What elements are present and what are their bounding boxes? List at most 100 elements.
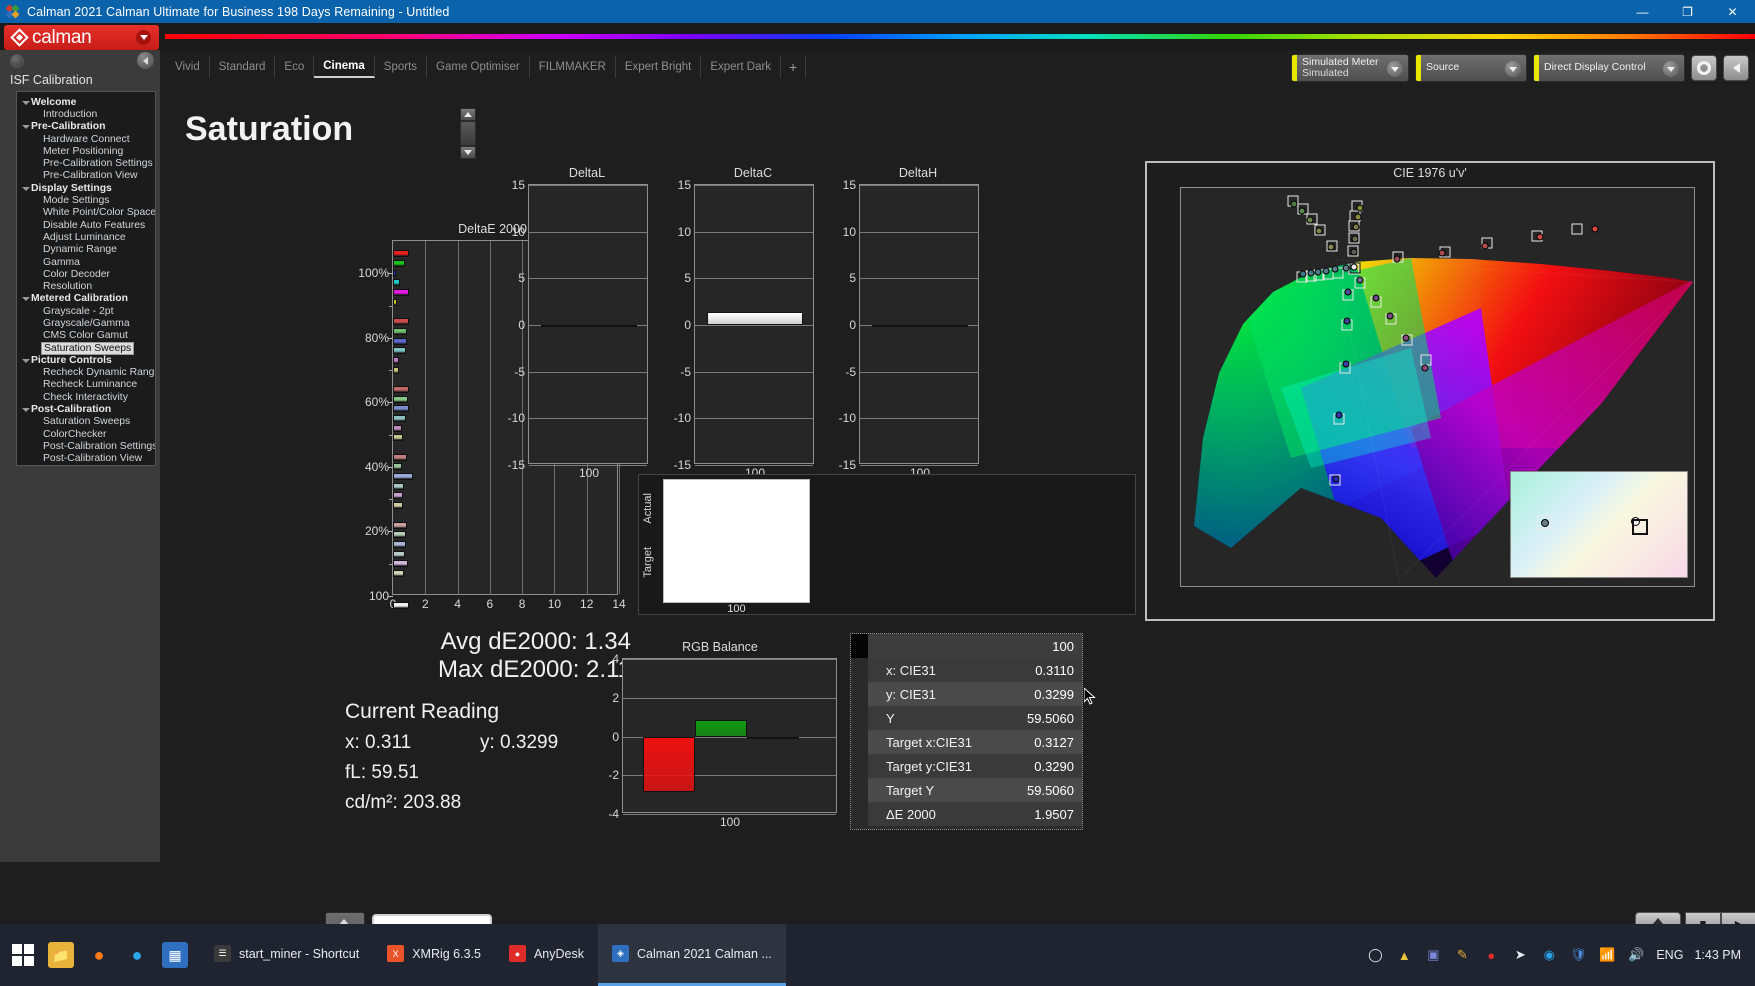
chat-icon[interactable]: ◉ — [1540, 946, 1558, 964]
mode-tab-bar[interactable]: VividStandardEcoCinemaSportsGame Optimis… — [166, 56, 806, 78]
tree-item-resolution[interactable]: Resolution — [17, 280, 155, 292]
search-circle-icon[interactable]: ◯ — [1366, 946, 1384, 964]
logo-menu-chevron-down-icon[interactable] — [136, 30, 151, 45]
chevron-down-icon[interactable] — [21, 184, 30, 193]
tree-item-post-calibration-view[interactable]: Post-Calibration View — [17, 453, 155, 465]
clock[interactable]: 1:43 PM — [1694, 948, 1741, 962]
spinner-down-icon[interactable] — [460, 146, 476, 159]
sidebar-collapse-left-arrow-icon[interactable] — [137, 52, 154, 69]
tab-standard[interactable]: Standard — [210, 56, 276, 78]
windows-start-icon[interactable] — [12, 944, 34, 966]
anydesk-icon[interactable]: ● — [1482, 946, 1500, 964]
tree-item-saturation-sweeps[interactable]: Saturation Sweeps — [17, 416, 155, 428]
tab-vivid[interactable]: Vivid — [166, 56, 210, 78]
tree-group-metered-calibration[interactable]: Metered Calibration — [17, 293, 155, 305]
tree-group-display-settings[interactable]: Display Settings — [17, 182, 155, 194]
cursor-icon[interactable]: ➤ — [1511, 946, 1529, 964]
close-button[interactable]: ✕ — [1710, 0, 1755, 23]
tree-item-recheck-dynamic-range[interactable]: Recheck Dynamic Range — [17, 367, 155, 379]
tree-item-adjust-luminance[interactable]: Adjust Luminance — [17, 231, 155, 243]
settings-button[interactable] — [1691, 55, 1717, 81]
cie-x-tick: 0.5 — [1613, 586, 1630, 587]
tree-item-pre-calibration-settings[interactable]: Pre-Calibration Settings — [17, 157, 155, 169]
firefox-icon[interactable]: ● — [86, 942, 112, 968]
tab-filmmaker[interactable]: FILMMAKER — [530, 56, 616, 78]
warning-icon[interactable]: ▲ — [1395, 946, 1413, 964]
cie-zoom-inset — [1510, 471, 1688, 578]
meter-dropdown[interactable]: Simulated Meter Simulated — [1291, 54, 1409, 82]
y-tick-label: 0 — [518, 318, 529, 332]
tab-game-optimiser[interactable]: Game Optimiser — [427, 56, 530, 78]
chevron-down-icon[interactable] — [21, 405, 30, 414]
wifi-icon[interactable]: 📶 — [1598, 946, 1616, 964]
meter-chevron-down-icon[interactable] — [1387, 61, 1403, 77]
tab-expert-dark[interactable]: Expert Dark — [701, 56, 781, 78]
hardware-icon[interactable]: ▣ — [1424, 946, 1442, 964]
chevron-down-icon[interactable] — [21, 356, 30, 365]
source-dropdown[interactable]: Source — [1415, 54, 1527, 82]
sidebar-pin-icon[interactable] — [10, 54, 24, 68]
cie-y-tick: 0.45 — [1180, 273, 1181, 287]
tree-item-recheck-luminance[interactable]: Recheck Luminance — [17, 379, 155, 391]
tree-item-saturation-sweeps[interactable]: Saturation Sweeps — [17, 342, 155, 354]
tab-sports[interactable]: Sports — [375, 56, 427, 78]
table-cell-value: 0.3127 — [1018, 735, 1082, 750]
tab-eco[interactable]: Eco — [275, 56, 314, 78]
source-chevron-down-icon[interactable] — [1505, 61, 1521, 77]
spinner-track[interactable] — [460, 121, 476, 146]
tree-item-mode-settings[interactable]: Mode Settings — [17, 194, 155, 206]
tree-item-post-calibration-settings[interactable]: Post-Calibration Settings — [17, 440, 155, 452]
taskbar-app-anydesk[interactable]: ●AnyDesk — [495, 924, 598, 986]
workflow-tree[interactable]: WelcomeIntroductionPre-CalibrationHardwa… — [16, 91, 156, 466]
tree-group-picture-controls[interactable]: Picture Controls — [17, 354, 155, 366]
tree-item-introduction[interactable]: Introduction — [17, 108, 155, 120]
display-control-dropdown[interactable]: Direct Display Control — [1533, 54, 1685, 82]
chevron-down-icon[interactable] — [21, 294, 30, 303]
tree-item-meter-positioning[interactable]: Meter Positioning — [17, 145, 155, 157]
tab--[interactable]: + — [781, 56, 806, 78]
tab-expert-bright[interactable]: Expert Bright — [616, 56, 701, 78]
tree-item-grayscale-2pt[interactable]: Grayscale - 2pt — [17, 305, 155, 317]
shield-icon[interactable]: 🛡 — [1569, 946, 1587, 964]
calman-logo-button[interactable]: calman — [4, 25, 159, 50]
store-icon[interactable]: ▦ — [162, 942, 188, 968]
tab-cinema[interactable]: Cinema — [314, 56, 375, 78]
tree-item-color-decoder[interactable]: Color Decoder — [17, 268, 155, 280]
tree-item-white-point-color-space[interactable]: White Point/Color Space — [17, 207, 155, 219]
cie1976-plot-area[interactable]: 00.050.10.150.20.250.30.350.40.450.50.55… — [1180, 187, 1695, 587]
display-chevron-down-icon[interactable] — [1663, 61, 1679, 77]
minimize-button[interactable]: — — [1620, 0, 1665, 23]
chart-scroll-spinner[interactable] — [460, 108, 476, 162]
tree-item-hardware-connect[interactable]: Hardware Connect — [17, 133, 155, 145]
tree-item-grayscale-gamma[interactable]: Grayscale/Gamma — [17, 317, 155, 329]
tree-item-disable-auto-features[interactable]: Disable Auto Features — [17, 219, 155, 231]
file-explorer-icon[interactable]: 📁 — [48, 942, 74, 968]
tree-item-cms-color-gamut[interactable]: CMS Color Gamut — [17, 330, 155, 342]
cie-measured-point — [1343, 318, 1350, 325]
tree-item-label: Post-Calibration View — [43, 453, 142, 464]
tree-item-check-interactivity[interactable]: Check Interactivity — [17, 391, 155, 403]
tree-group-pre-calibration[interactable]: Pre-Calibration — [17, 121, 155, 133]
edge-icon[interactable]: ● — [124, 942, 150, 968]
tree-item-label: Grayscale/Gamma — [43, 318, 130, 329]
tree-item-gamma[interactable]: Gamma — [17, 256, 155, 268]
chevron-down-icon[interactable] — [21, 98, 30, 107]
deltae-bar — [393, 473, 413, 480]
tree-item-pre-calibration-view[interactable]: Pre-Calibration View — [17, 170, 155, 182]
tree-item-colorchecker[interactable]: ColorChecker — [17, 428, 155, 440]
volume-icon[interactable]: 🔊 — [1627, 946, 1645, 964]
maximize-button[interactable]: ❐ — [1665, 0, 1710, 23]
taskbar-app-start-miner-shortcut[interactable]: ☰start_miner - Shortcut — [200, 924, 373, 986]
taskbar-app-calman-2021-calman-[interactable]: ◈Calman 2021 Calman ... — [598, 924, 786, 986]
tree-item-dynamic-range[interactable]: Dynamic Range — [17, 244, 155, 256]
tree-group-welcome[interactable]: Welcome — [17, 96, 155, 108]
taskbar-app-xmrig-6-3-5[interactable]: XXMRig 6.3.5 — [373, 924, 495, 986]
x-tick-label: 8 — [519, 594, 526, 611]
language-indicator[interactable]: ENG — [1656, 948, 1683, 962]
spinner-up-icon[interactable] — [460, 108, 476, 121]
pen-icon[interactable]: ✎ — [1453, 946, 1471, 964]
chevron-down-icon[interactable] — [21, 122, 30, 131]
window-titlebar: Calman 2021 Calman Ultimate for Business… — [0, 0, 1755, 23]
tree-group-post-calibration[interactable]: Post-Calibration — [17, 403, 155, 415]
panel-collapse-button[interactable] — [1723, 55, 1749, 81]
